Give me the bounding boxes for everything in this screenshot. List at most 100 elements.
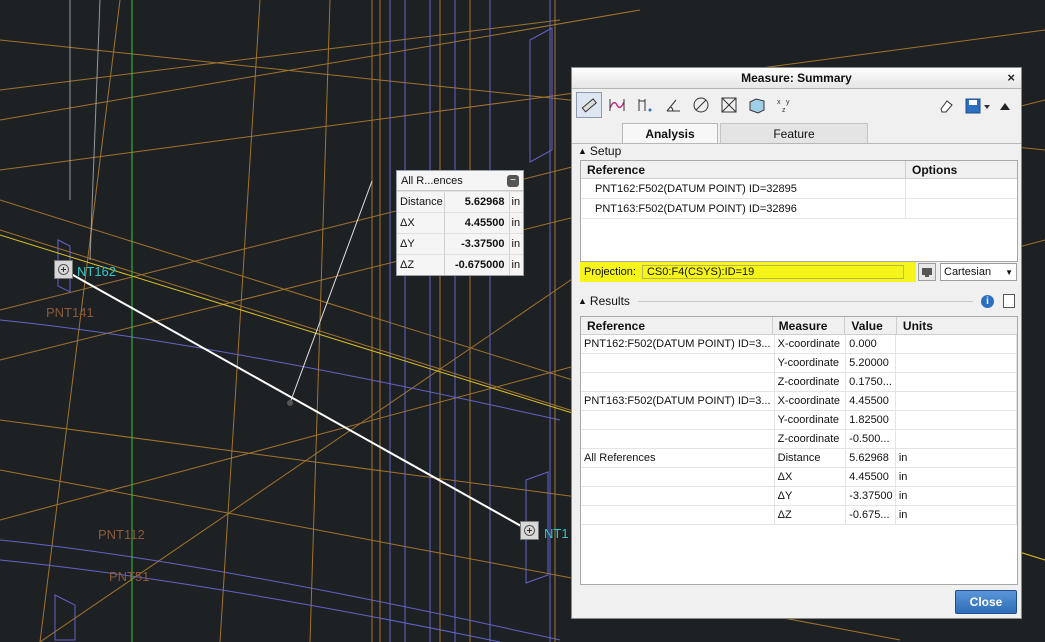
callout-key: ΔY <box>397 234 446 254</box>
ruler-icon[interactable] <box>576 92 602 118</box>
value-cell: -0.500... <box>846 430 896 448</box>
value-cell: 5.20000 <box>846 354 896 372</box>
chevron-down-icon: ▼ <box>1005 267 1013 277</box>
distance-icon[interactable] <box>632 92 658 118</box>
point-marker-pnt163[interactable] <box>520 521 539 540</box>
table-row[interactable]: Z-coordinate 0.1750... <box>581 373 1017 392</box>
callout-value: 4.45500 <box>445 213 510 233</box>
diameter-icon[interactable] <box>688 92 714 118</box>
callout-key: Distance <box>397 192 446 212</box>
results-header[interactable]: ▲ Results i <box>572 292 1023 310</box>
angle-icon[interactable] <box>660 92 686 118</box>
dialog-tabs: Analysis Feature <box>572 121 1021 144</box>
table-row[interactable]: PNT163:F502(DATUM POINT) ID=32896 <box>581 199 1017 219</box>
callout-row: ΔY -3.37500 in <box>397 233 523 254</box>
measure-cell: ΔX <box>775 468 847 486</box>
projection-value: CS0:F4(CSYS):ID=19 <box>641 265 904 279</box>
callout-key: ΔZ <box>397 255 446 275</box>
measure-callout[interactable]: All R...ences − Distance 5.62968 in ΔX 4… <box>396 170 524 276</box>
table-row[interactable]: PNT162:F502(DATUM POINT) ID=32895 <box>581 179 1017 199</box>
reference-cell: PNT163:F502(DATUM POINT) ID=32896 <box>581 199 907 218</box>
table-row[interactable]: Z-coordinate -0.500... <box>581 430 1017 449</box>
results-label: Results <box>589 294 630 308</box>
projection-field[interactable]: Projection: CS0:F4(CSYS):ID=19 <box>580 262 916 282</box>
svg-text:z: z <box>782 107 786 114</box>
measure-cell: X-coordinate <box>775 335 847 353</box>
table-row[interactable]: ΔZ -0.675... in <box>581 506 1017 525</box>
units-cell <box>896 354 1017 372</box>
column-header: Units <box>902 318 933 333</box>
value-cell: 0.1750... <box>846 373 896 391</box>
transform-icon[interactable]: xyz <box>772 92 798 118</box>
column-header: Measure <box>773 317 846 334</box>
setup-label: Setup <box>589 144 622 158</box>
reference-cell <box>581 373 775 391</box>
table-header: Reference Options <box>581 161 1017 179</box>
midpoint-marker <box>287 400 293 406</box>
reference-cell <box>581 430 775 448</box>
plus-circle-icon <box>58 264 69 275</box>
measure-cell: Distance <box>775 449 847 467</box>
table-row[interactable]: Y-coordinate 1.82500 <box>581 411 1017 430</box>
table-row[interactable]: PNT163:F502(DATUM POINT) ID=3... X-coordi… <box>581 392 1017 411</box>
area-icon[interactable] <box>716 92 742 118</box>
point-label-0: NT162 <box>77 264 117 279</box>
report-icon[interactable] <box>1003 294 1015 308</box>
volume-icon[interactable] <box>744 92 770 118</box>
value-cell: -0.675... <box>846 506 896 524</box>
tab-analysis[interactable]: Analysis <box>622 123 718 143</box>
reference-cell <box>581 487 775 505</box>
svg-text:x: x <box>777 99 781 106</box>
dialog-titlebar[interactable]: Measure: Summary × <box>572 68 1021 89</box>
callout-value: -0.675000 <box>445 255 510 275</box>
measure-cell: Y-coordinate <box>775 411 847 429</box>
close-icon[interactable]: × <box>1007 70 1015 85</box>
reference-cell <box>581 354 775 372</box>
point-label-4: NT1 <box>544 526 569 541</box>
table-row[interactable]: All References Distance 5.62968 in <box>581 449 1017 468</box>
measure-cell: Z-coordinate <box>775 430 847 448</box>
tab-feature[interactable]: Feature <box>720 123 868 143</box>
curve-length-icon[interactable] <box>604 92 630 118</box>
eraser-icon[interactable] <box>933 93 959 119</box>
collapse-up-icon[interactable] <box>997 93 1013 119</box>
toolbar-right <box>933 93 1015 119</box>
projection-label: Projection: <box>584 266 636 278</box>
table-row[interactable]: Y-coordinate 5.20000 <box>581 354 1017 373</box>
table-row[interactable]: PNT162:F502(DATUM POINT) ID=3... X-coordi… <box>581 335 1017 354</box>
column-header: Options <box>912 162 958 177</box>
setup-header[interactable]: ▲ Setup <box>572 143 621 159</box>
callout-row: Distance 5.62968 in <box>397 191 523 212</box>
units-cell <box>896 411 1017 429</box>
column-header: Reference <box>581 317 773 334</box>
units-cell: in <box>896 468 1017 486</box>
coordinate-system-value: Cartesian <box>944 266 992 278</box>
collapse-icon[interactable]: − <box>507 174 519 187</box>
units-cell <box>896 392 1017 410</box>
table-row[interactable]: ΔX 4.45500 in <box>581 468 1017 487</box>
callout-unit: in <box>511 259 521 271</box>
monitor-icon[interactable] <box>918 263 936 281</box>
value-cell: 0.000 <box>846 335 896 353</box>
reference-table: Reference Options PNT162:F502(DATUM POIN… <box>580 160 1018 262</box>
value-cell: 4.45500 <box>846 468 896 486</box>
coordinate-system-select[interactable]: Cartesian ▼ <box>940 263 1017 281</box>
value-cell: -3.37500 <box>846 487 896 505</box>
close-button[interactable]: Close <box>955 590 1017 614</box>
point-marker-pnt162[interactable] <box>54 260 73 279</box>
options-cell <box>906 179 1017 198</box>
table-row[interactable]: ΔY -3.37500 in <box>581 487 1017 506</box>
units-cell: in <box>896 487 1017 505</box>
point-label-2: PNT112 <box>98 527 145 542</box>
value-cell: 4.45500 <box>846 392 896 410</box>
info-icon[interactable]: i <box>981 294 994 308</box>
results-table: Reference Measure Value Units PNT162:F50… <box>580 316 1018 585</box>
units-cell: in <box>896 449 1017 467</box>
reference-cell: PNT162:F502(DATUM POINT) ID=32895 <box>581 179 907 198</box>
save-icon[interactable] <box>961 93 995 119</box>
measure-dialog: Measure: Summary × xyz Analysis Feature … <box>571 67 1022 619</box>
callout-title: All R...ences <box>401 174 463 187</box>
table-header: Reference Measure Value Units <box>581 317 1017 335</box>
triangle-up-icon: ▲ <box>578 296 587 306</box>
units-cell <box>896 335 1017 353</box>
